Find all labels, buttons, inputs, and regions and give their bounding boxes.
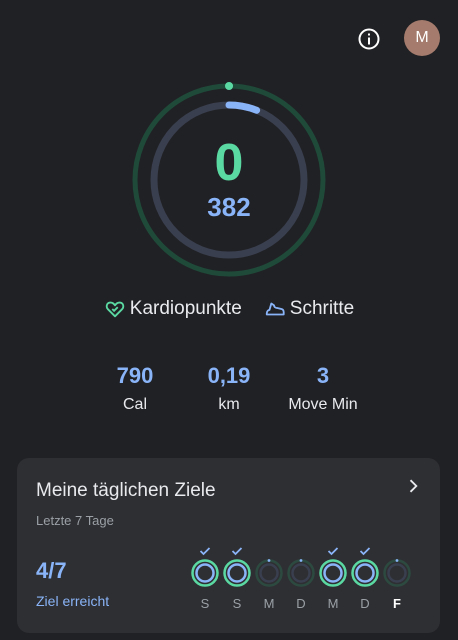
day-ring-icon — [223, 559, 251, 587]
day-label: D — [296, 596, 306, 611]
info-icon — [358, 28, 380, 50]
day-ring-icon — [287, 559, 315, 587]
steps-value: 382 — [207, 192, 251, 222]
day-ring-inner — [195, 563, 215, 583]
goals-achieved-label: Ziel erreicht — [36, 593, 110, 609]
day-check-slot — [222, 546, 252, 558]
day-ring-inner — [227, 563, 247, 583]
day-progress-dot — [267, 559, 271, 562]
day-ring-icon — [191, 559, 219, 587]
stat-move-minutes: 3 Move Min — [263, 362, 383, 414]
check-icon — [359, 547, 371, 556]
day-label: M — [327, 596, 339, 611]
day-ring-0: S — [190, 546, 220, 611]
day-ring-icon — [319, 559, 347, 587]
day-ring-inner — [387, 563, 407, 583]
day-ring-inner — [291, 563, 311, 583]
check-icon — [327, 547, 339, 556]
day-check-slot — [318, 546, 348, 558]
day-check-slot — [254, 546, 284, 558]
day-ring-3: D — [286, 546, 316, 611]
card-subtitle: Letzte 7 Tage — [36, 513, 114, 528]
shoe-icon — [265, 302, 285, 316]
day-label: F — [393, 596, 401, 611]
day-ring-icon — [255, 559, 283, 587]
legend-steps-label: Schritte — [289, 298, 355, 319]
check-icon — [199, 547, 211, 556]
day-check-slot — [350, 546, 380, 558]
day-check-slot — [286, 546, 316, 558]
activity-rings[interactable]: 0 382 — [129, 80, 329, 280]
info-button[interactable] — [355, 25, 383, 53]
daily-goals-card[interactable]: Meine täglichen Ziele Letzte 7 Tage 4/7 … — [17, 458, 440, 633]
day-ring-6: F — [382, 546, 412, 611]
day-ring-icon — [351, 559, 379, 587]
day-ring-icon — [383, 559, 411, 587]
move-minutes-label: Move Min — [288, 396, 358, 413]
day-ring-inner — [259, 563, 279, 583]
move-minutes-value: 3 — [316, 363, 330, 388]
check-icon — [231, 547, 243, 556]
day-ring-1: S — [222, 546, 252, 611]
day-progress-dot — [395, 559, 399, 562]
day-ring-5: D — [350, 546, 380, 611]
legend-heart-label: Kardiopunkte — [129, 298, 242, 319]
day-label: M — [263, 596, 275, 611]
day-ring-inner — [355, 563, 375, 583]
chevron-right-icon[interactable] — [403, 476, 423, 496]
avatar[interactable]: M — [404, 20, 440, 56]
day-label: S — [232, 596, 242, 611]
day-label: S — [200, 596, 210, 611]
day-ring-4: M — [318, 546, 348, 611]
goals-achieved-count: 4/7 — [36, 558, 67, 583]
legend-heart-points[interactable]: Kardiopunkte — [104, 298, 242, 320]
ring-legend: Kardiopunkte Schritte — [0, 298, 458, 320]
day-progress-dot — [299, 559, 303, 562]
day-check-slot — [382, 546, 412, 558]
day-label: D — [360, 596, 370, 611]
heart-points-value: 0 — [214, 134, 244, 192]
heart-icon — [105, 301, 124, 318]
card-title: Meine täglichen Ziele — [36, 480, 216, 501]
legend-steps[interactable]: Schritte — [264, 298, 354, 320]
day-ring-2: M — [254, 546, 284, 611]
day-ring-inner — [323, 563, 343, 583]
day-check-slot — [190, 546, 220, 558]
